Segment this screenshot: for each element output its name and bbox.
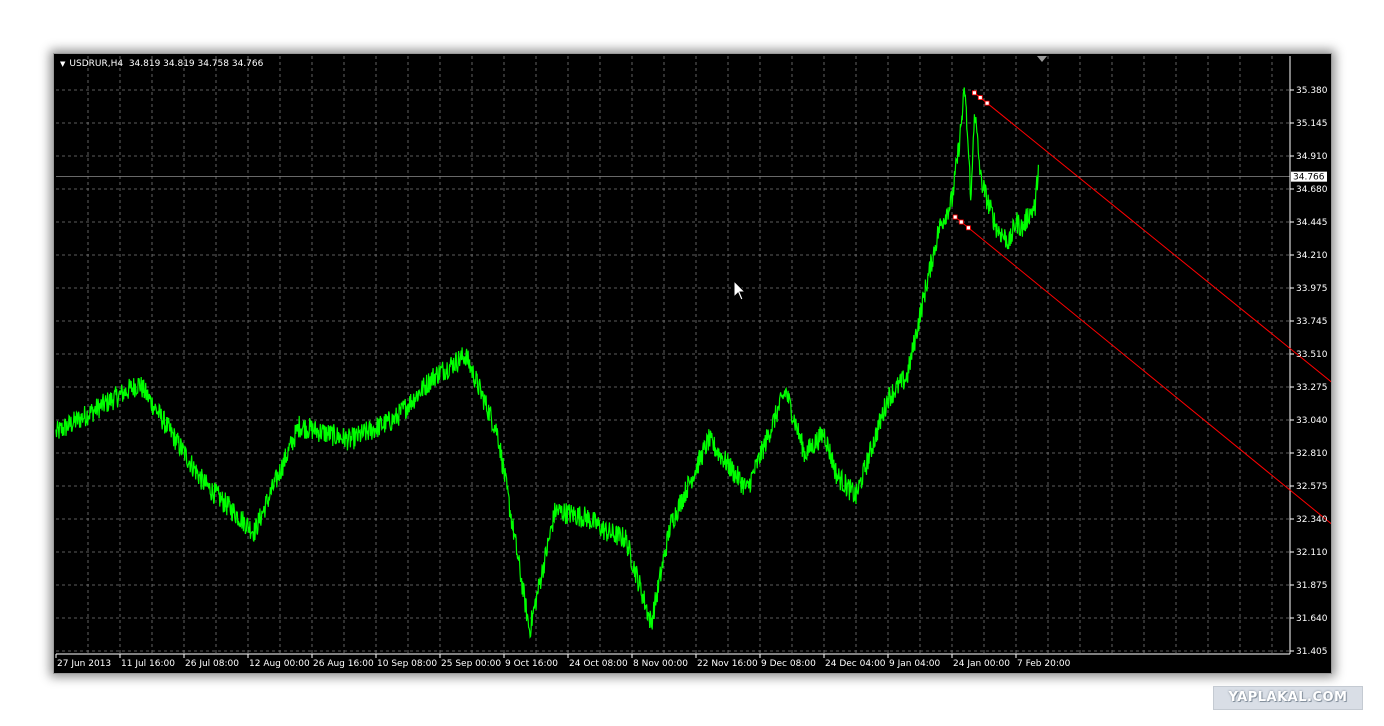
price-series (55, 87, 1039, 639)
x-tick-label: 9 Dec 08:00 (761, 659, 816, 669)
y-tick-label: 32.810 (1296, 449, 1328, 459)
x-tick-label: 11 Jul 16:00 (121, 659, 175, 669)
axes (55, 56, 1294, 658)
y-tick-label: 32.575 (1296, 482, 1328, 492)
symbol-header: ▼ USDRUR,H4 34.819 34.819 34.758 34.766 (60, 58, 263, 70)
x-tick-label: 26 Aug 16:00 (313, 659, 374, 669)
price-line (55, 87, 1039, 639)
current-price-tag: 34.766 (1291, 171, 1327, 183)
x-tick-label: 24 Dec 04:00 (825, 659, 886, 669)
dropdown-triangle-icon[interactable]: ▼ (60, 58, 65, 70)
trend-channel[interactable] (954, 92, 1331, 632)
y-axis-ticks: 35.380 35.145 34.910 34.680 34.445 34.210 33.9… (1296, 86, 1328, 657)
x-tick-label: 24 Jan 00:00 (953, 659, 1010, 669)
x-tick-label: 27 Jun 2013 (57, 659, 111, 669)
y-tick-label: 35.380 (1296, 86, 1328, 96)
grid (56, 56, 1290, 654)
x-tick-label: 8 Nov 00:00 (633, 659, 688, 669)
x-tick-label: 24 Oct 08:00 (569, 659, 628, 669)
y-tick-label: 34.210 (1296, 251, 1328, 261)
price-chart[interactable]: 35.380 35.145 34.910 34.680 34.445 34.210 33.9… (54, 54, 1331, 673)
current-price-label: 34.766 (1293, 173, 1325, 183)
symbol-name: USDRUR,H4 (69, 59, 124, 69)
y-tick-label: 34.910 (1296, 152, 1328, 162)
y-tick-label: 33.040 (1296, 416, 1328, 426)
x-axis-ticks: 27 Jun 2013 11 Jul 16:00 26 Jul 08:00 12 Au… (57, 659, 1071, 669)
window-scroll-shift-marker[interactable] (1037, 56, 1047, 62)
y-tick-label: 33.275 (1296, 383, 1328, 393)
x-tick-label: 12 Aug 00:00 (249, 659, 310, 669)
channel-anchor-point (972, 90, 977, 96)
channel-anchor-point (984, 100, 990, 106)
y-tick-label: 33.510 (1296, 350, 1328, 360)
y-tick-label: 33.975 (1296, 284, 1328, 294)
x-tick-label: 9 Jan 04:00 (889, 659, 941, 669)
channel-anchor-point (958, 219, 964, 225)
y-tick-label: 31.405 (1296, 647, 1328, 657)
y-tick-label: 33.745 (1296, 317, 1328, 327)
x-tick-label: 22 Nov 16:00 (697, 659, 758, 669)
channel-anchor-point (977, 95, 983, 100)
y-tick-label: 31.640 (1296, 614, 1328, 624)
channel-anchor-point (966, 225, 971, 231)
mouse-pointer-icon (733, 280, 747, 301)
x-tick-label: 9 Oct 16:00 (505, 659, 558, 669)
channel-line-lower (954, 216, 1331, 525)
x-tick-label: 26 Jul 08:00 (185, 659, 239, 669)
channel-anchor-point (952, 214, 958, 220)
y-tick-label: 35.145 (1296, 119, 1328, 129)
y-tick-label: 32.340 (1296, 515, 1328, 525)
y-tick-label: 31.875 (1296, 581, 1328, 591)
x-tick-label: 10 Sep 08:00 (377, 659, 437, 669)
y-tick-label: 34.680 (1296, 185, 1328, 195)
watermark-logo: YAPLAKAL.COM (1213, 686, 1363, 710)
chart-window[interactable]: 35.380 35.145 34.910 34.680 34.445 34.210 33.9… (53, 53, 1332, 674)
channel-line-upper (974, 92, 1331, 383)
x-tick-label: 7 Feb 20:00 (1017, 659, 1071, 669)
x-tick-label: 25 Sep 00:00 (441, 659, 501, 669)
ohlc-values: 34.819 34.819 34.758 34.766 (128, 59, 264, 69)
y-tick-label: 34.445 (1296, 218, 1328, 228)
y-tick-label: 32.110 (1296, 548, 1328, 558)
